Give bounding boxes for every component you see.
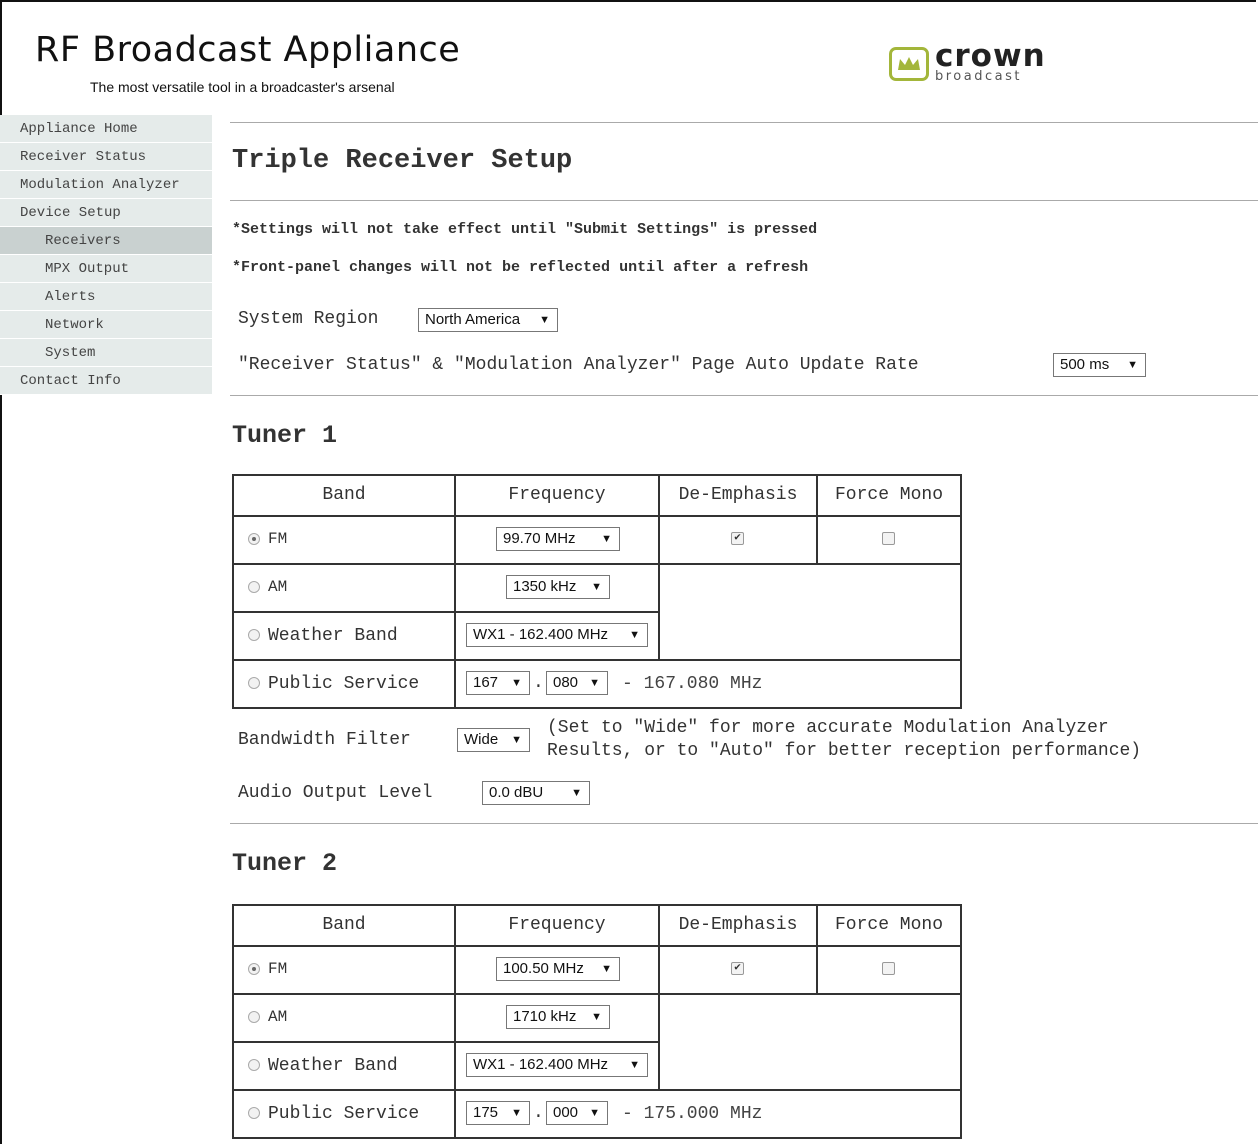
tuner1-table: Band Frequency De-Emphasis Force Mono FM… [232,474,962,709]
region-select[interactable]: North America ▼ [418,308,558,332]
app-subtitle: The most versatile tool in a broadcaster… [90,79,395,95]
tuner1-fm-frequency-select[interactable]: 99.70 MHz ▼ [496,527,620,551]
sidebar-nav: Appliance Home Receiver Status Modulatio… [0,115,212,395]
tuner1-ps-khz-select[interactable]: 080 ▼ [546,671,608,695]
divider [230,122,1258,123]
header-frequency: Frequency [508,485,606,505]
tuner1-ps-mhz-select[interactable]: 167 ▼ [466,671,530,695]
refresh-note: *Front-panel changes will not be reflect… [232,259,809,276]
header-band: Band [322,485,366,505]
dropdown-arrow-icon: ▼ [629,1059,640,1071]
decimal-point: . [533,1103,544,1123]
tuner1-ps-frequency-readout: - 167.080 MHz [622,674,763,694]
sidebar-item-contact-info[interactable]: Contact Info [0,367,212,395]
logo-word: crown [935,38,1046,74]
sidebar-item-mpx-output[interactable]: MPX Output [0,255,212,283]
tuner2-weather-radio[interactable] [248,1059,260,1071]
divider [230,823,1258,824]
tuner2-weather-label: Weather Band [268,1056,398,1076]
sidebar-item-receiver-status[interactable]: Receiver Status [0,143,212,171]
tuner2-fm-label: FM [268,960,288,978]
tuner2-fm-radio[interactable] [248,963,260,975]
app-title: RF Broadcast Appliance [35,30,461,70]
tuner2-ps-khz-select[interactable]: 000 ▼ [546,1101,608,1125]
header-frequency: Frequency [508,915,606,935]
bandwidth-filter-label: Bandwidth Filter [238,730,411,750]
dropdown-arrow-icon: ▼ [571,787,582,799]
audio-output-label: Audio Output Level [238,783,433,803]
tuner1-am-frequency-select[interactable]: 1350 kHz ▼ [506,575,610,599]
bandwidth-hint-line1: (Set to "Wide" for more accurate Modulat… [547,718,1109,738]
tuner2-public-service-radio[interactable] [248,1107,260,1119]
dropdown-arrow-icon: ▼ [591,581,602,593]
tuner1-weather-radio[interactable] [248,629,260,641]
dropdown-arrow-icon: ▼ [601,963,612,975]
update-rate-label: "Receiver Status" & "Modulation Analyzer… [238,355,919,375]
tuner2-weather-select[interactable]: WX1 - 162.400 MHz ▼ [466,1053,648,1077]
sidebar-item-receivers[interactable]: Receivers [0,227,212,255]
tuner2-am-frequency-select[interactable]: 1710 kHz ▼ [506,1005,610,1029]
tuner2-deemphasis-checkbox[interactable]: ✔ [731,962,744,975]
region-label: System Region [238,309,379,329]
audio-output-select[interactable]: 0.0 dBU ▼ [482,781,590,805]
bandwidth-filter-select[interactable]: Wide ▼ [457,728,530,752]
tuner1-fm-radio[interactable] [248,533,260,545]
tuner2-ps-mhz-select[interactable]: 175 ▼ [466,1101,530,1125]
dropdown-arrow-icon: ▼ [591,1011,602,1023]
tuner2-public-service-label: Public Service [268,1104,420,1124]
tuner2-ps-frequency-readout: - 175.000 MHz [622,1104,763,1124]
header-deemphasis: De-Emphasis [678,915,798,935]
sidebar-item-appliance-home[interactable]: Appliance Home [0,115,212,143]
tuner2-title: Tuner 2 [232,849,338,878]
dropdown-arrow-icon: ▼ [539,314,550,326]
dropdown-arrow-icon: ▼ [511,734,522,746]
dropdown-arrow-icon: ▼ [629,629,640,641]
tuner1-title: Tuner 1 [232,421,338,450]
sidebar-item-alerts[interactable]: Alerts [0,283,212,311]
tuner1-force-mono-checkbox[interactable] [882,532,895,545]
tuner1-am-radio[interactable] [248,581,260,593]
page-title: Triple Receiver Setup [232,146,573,176]
dropdown-arrow-icon: ▼ [601,533,612,545]
tuner2-table: Band Frequency De-Emphasis Force Mono FM… [232,904,962,1139]
tuner1-public-service-radio[interactable] [248,677,260,689]
decimal-point: . [533,673,544,693]
tuner1-fm-label: FM [268,530,288,548]
tuner1-weather-label: Weather Band [268,626,398,646]
tuner2-fm-frequency-select[interactable]: 100.50 MHz ▼ [496,957,620,981]
header-force-mono: Force Mono [834,915,944,935]
dropdown-arrow-icon: ▼ [511,677,522,689]
bandwidth-hint-line2: Results, or to "Auto" for better recepti… [547,741,1142,761]
tuner1-public-service-label: Public Service [268,674,420,694]
sidebar-item-device-setup[interactable]: Device Setup [0,199,212,227]
update-rate-select[interactable]: 500 ms ▼ [1053,353,1146,377]
dropdown-arrow-icon: ▼ [589,1107,600,1119]
divider [230,395,1258,396]
divider [230,200,1258,201]
header-force-mono: Force Mono [834,485,944,505]
tuner2-am-label: AM [268,1008,288,1026]
dropdown-arrow-icon: ▼ [1127,359,1138,371]
sidebar-item-system[interactable]: System [0,339,212,367]
crown-icon [889,47,929,81]
tuner2-am-radio[interactable] [248,1011,260,1023]
crown-logo: crown broadcast [889,41,1046,83]
settings-note: *Settings will not take effect until "Su… [232,221,818,238]
header-band: Band [322,915,366,935]
tuner1-deemphasis-checkbox[interactable]: ✔ [731,532,744,545]
tuner2-force-mono-checkbox[interactable] [882,962,895,975]
header-deemphasis: De-Emphasis [678,485,798,505]
sidebar-item-modulation-analyzer[interactable]: Modulation Analyzer [0,171,212,199]
sidebar-item-network[interactable]: Network [0,311,212,339]
tuner1-weather-select[interactable]: WX1 - 162.400 MHz ▼ [466,623,648,647]
dropdown-arrow-icon: ▼ [511,1107,522,1119]
tuner1-am-label: AM [268,578,288,596]
dropdown-arrow-icon: ▼ [589,677,600,689]
